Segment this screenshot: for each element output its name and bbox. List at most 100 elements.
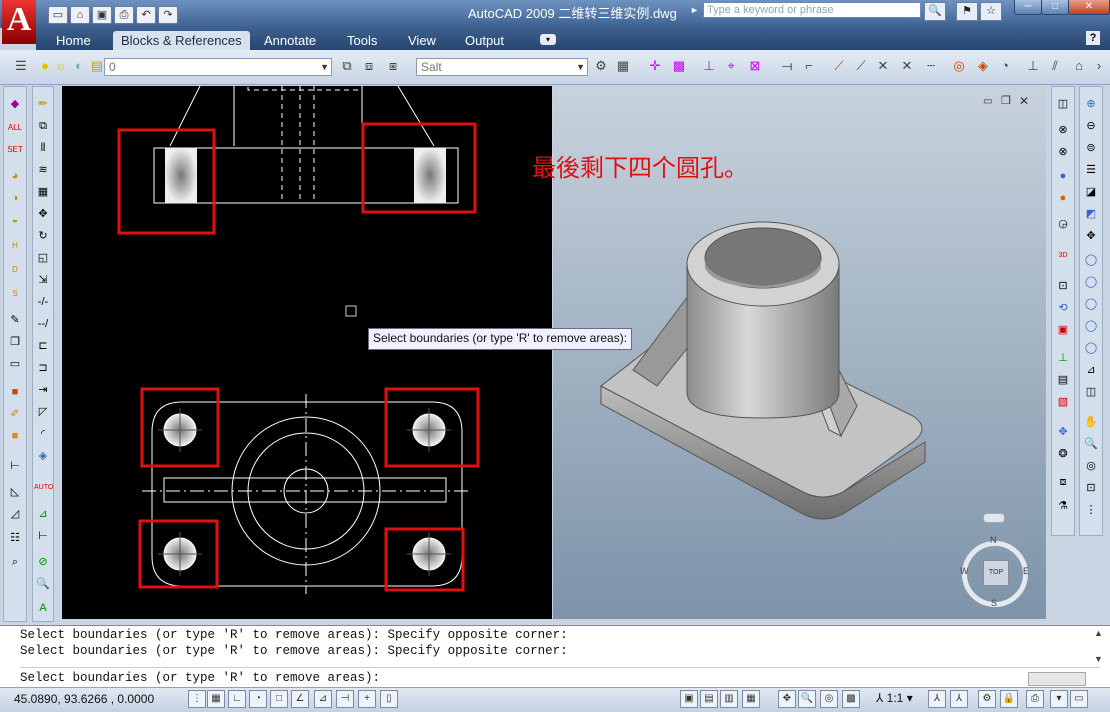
array-icon[interactable]: ▦ bbox=[34, 183, 52, 201]
fillet-round-icon[interactable]: ◜ bbox=[34, 425, 52, 443]
extrude-icon[interactable]: ⊡ bbox=[1054, 277, 1072, 295]
multiline-icon[interactable]: ✕ bbox=[898, 57, 916, 75]
trim-icon[interactable]: -/- bbox=[34, 293, 52, 311]
render-settings-icon[interactable]: ▦ bbox=[614, 57, 632, 75]
cylinder-icon[interactable]: ◯ bbox=[1082, 251, 1100, 269]
subtract-icon[interactable]: ⊖ bbox=[1082, 117, 1100, 135]
fillet-icon[interactable]: ◸ bbox=[34, 403, 52, 421]
shell-icon[interactable]: ◪ bbox=[1082, 183, 1100, 201]
favorites-star-icon[interactable]: ☆ bbox=[980, 2, 1002, 21]
layer-state-icon[interactable]: ⧆ bbox=[384, 57, 402, 75]
scroll-up-icon[interactable]: ▲ bbox=[1094, 628, 1103, 638]
intersect-icon[interactable]: ⊜ bbox=[1082, 139, 1100, 157]
chamfer-icon[interactable]: ⇥ bbox=[34, 381, 52, 399]
color-swatch-icon[interactable]: ■ bbox=[6, 383, 24, 401]
circle-icon[interactable]: ◎ bbox=[950, 57, 968, 75]
zoom-icon[interactable]: 🔍 bbox=[34, 575, 52, 593]
dim-aligned-icon[interactable]: ⊢ bbox=[34, 527, 52, 545]
tab-output[interactable]: Output bbox=[457, 31, 512, 50]
zoom-realtime-icon[interactable]: 🔍 bbox=[1082, 435, 1100, 453]
ortho-mode-icon[interactable]: ∟ bbox=[228, 690, 246, 708]
paint-brush-icon[interactable]: ✐ bbox=[6, 405, 24, 423]
minimize-button[interactable]: ─ bbox=[1014, 0, 1042, 15]
drawing-viewport-2d[interactable] bbox=[62, 81, 552, 619]
arc-icon[interactable]: ◔ bbox=[996, 57, 1014, 75]
pan-status-icon[interactable]: ✥ bbox=[778, 690, 796, 708]
text-tool-icon[interactable]: ◿ bbox=[6, 505, 24, 523]
app-menu-button[interactable]: A bbox=[2, 0, 36, 44]
ray-icon[interactable]: ⟋ bbox=[852, 57, 870, 75]
layer-tool-3-icon[interactable]: ◒ bbox=[6, 211, 24, 229]
command-scrollbar[interactable] bbox=[1028, 672, 1086, 686]
hatch-icon[interactable]: ⫽ bbox=[1046, 57, 1064, 75]
orbit-2-icon[interactable]: ❂ bbox=[1054, 445, 1072, 463]
h-sw-icon[interactable]: H bbox=[6, 237, 24, 255]
lock-icon[interactable]: 🔒 bbox=[1000, 690, 1018, 708]
inquiry-tool-icon[interactable]: ⌕ bbox=[6, 553, 24, 571]
camera-icon[interactable]: ⧈ bbox=[1054, 473, 1072, 491]
dashed-line-icon[interactable]: ┄ bbox=[922, 57, 940, 75]
annotation-visibility-icon[interactable]: ⅄ bbox=[928, 690, 946, 708]
solid-box-icon[interactable]: ▣ bbox=[1054, 321, 1072, 339]
tab-blocks-references[interactable]: Blocks & References bbox=[113, 31, 250, 50]
redo-icon[interactable]: ↷ bbox=[158, 6, 178, 24]
zoom-status-icon[interactable]: 🔍 bbox=[798, 690, 816, 708]
dynamic-ucs-icon[interactable]: ⊿ bbox=[314, 690, 332, 708]
polar-icon[interactable]: ⌖ bbox=[722, 57, 740, 75]
ucs-axis-icon[interactable]: ⊥ bbox=[1054, 349, 1072, 367]
layer-tool-2-icon[interactable]: ◑ bbox=[6, 189, 24, 207]
pan-icon[interactable]: ✋ bbox=[1082, 413, 1100, 431]
cross-icon[interactable]: ✕ bbox=[874, 57, 892, 75]
layout-2-icon[interactable]: ▥ bbox=[720, 690, 738, 708]
s-sw-icon[interactable]: S bbox=[6, 285, 24, 303]
maximize-button[interactable]: □ bbox=[1041, 0, 1069, 15]
extend-icon[interactable]: --/ bbox=[34, 315, 52, 333]
revolve-icon[interactable]: ⟲ bbox=[1054, 299, 1072, 317]
orange-sphere-icon[interactable]: ● bbox=[1054, 189, 1072, 207]
tab-home[interactable]: Home bbox=[48, 31, 99, 50]
tray-settings-icon[interactable]: ⎙ bbox=[1026, 690, 1044, 708]
command-window[interactable]: Select boundaries (or type 'R' to remove… bbox=[0, 625, 1110, 688]
save-icon[interactable]: ▣ bbox=[92, 6, 112, 24]
ortho-icon[interactable]: ⊥ bbox=[700, 57, 718, 75]
snap-mode-icon[interactable]: ⋮ bbox=[188, 690, 206, 708]
3d-move-icon[interactable]: ✥ bbox=[1082, 227, 1100, 245]
print-icon[interactable]: ⎙ bbox=[114, 6, 134, 24]
dynamic-input-icon[interactable]: ⊣ bbox=[336, 690, 354, 708]
material-icon[interactable]: ◶ bbox=[1054, 215, 1072, 233]
free-orbit-icon[interactable]: ◎ bbox=[1082, 457, 1100, 475]
close-button[interactable]: ✕ bbox=[1068, 0, 1110, 15]
erase-tool-icon[interactable]: ✎ bbox=[6, 311, 24, 329]
layer-properties-icon[interactable]: ☰ bbox=[12, 57, 30, 75]
snap-grid-icon[interactable]: ✛ bbox=[646, 57, 664, 75]
polygon-icon[interactable]: ◈ bbox=[974, 57, 992, 75]
toolbar-more-icon[interactable]: › bbox=[1090, 57, 1108, 75]
move-icon[interactable]: ✥ bbox=[34, 205, 52, 223]
section-icon[interactable]: ▧ bbox=[1054, 393, 1072, 411]
steering-wheel-icon[interactable]: ◎ bbox=[820, 690, 838, 708]
copy-tool-icon[interactable]: ❐ bbox=[6, 333, 24, 351]
polyline-icon[interactable]: ⌐ bbox=[800, 57, 818, 75]
layer-viewport-icon[interactable]: ◐ bbox=[70, 57, 88, 75]
visual-style-combo[interactable]: Salt ▼ bbox=[416, 58, 588, 76]
grid-display-icon[interactable]: ▩ bbox=[670, 57, 688, 75]
layers-3d-icon[interactable]: ▤ bbox=[1054, 371, 1072, 389]
layer-freeze-sun-icon[interactable]: ☼ bbox=[52, 57, 70, 75]
communication-center-icon[interactable]: ⚑ bbox=[956, 2, 978, 21]
make-current-layer-icon[interactable]: ⧉ bbox=[338, 57, 356, 75]
xline-icon[interactable]: ⟋ bbox=[830, 57, 848, 75]
layer-tool-icon[interactable]: ◕ bbox=[6, 167, 24, 185]
tab-tools[interactable]: Tools bbox=[339, 31, 385, 50]
table-tool-icon[interactable]: ☷ bbox=[6, 529, 24, 547]
break-icon[interactable]: ⊏ bbox=[34, 337, 52, 355]
footprint-icon[interactable]: ⋮ bbox=[1082, 501, 1100, 519]
annotation-scale[interactable]: ⅄ 1:1 ▾ bbox=[876, 691, 913, 705]
pencil-icon[interactable]: ✏ bbox=[34, 95, 52, 113]
polar-tracking-icon[interactable]: ◔ bbox=[249, 690, 267, 708]
torus-icon[interactable]: ◯ bbox=[1082, 273, 1100, 291]
lineweight-icon[interactable]: + bbox=[358, 690, 376, 708]
auto-3d-icon[interactable]: 3D bbox=[1054, 247, 1072, 265]
layer-icon[interactable]: ◆ bbox=[6, 95, 24, 113]
blue-sphere-icon[interactable]: ● bbox=[1054, 167, 1072, 185]
coordinates-readout[interactable]: 45.0890, 93.6266 , 0.0000 bbox=[14, 692, 154, 706]
